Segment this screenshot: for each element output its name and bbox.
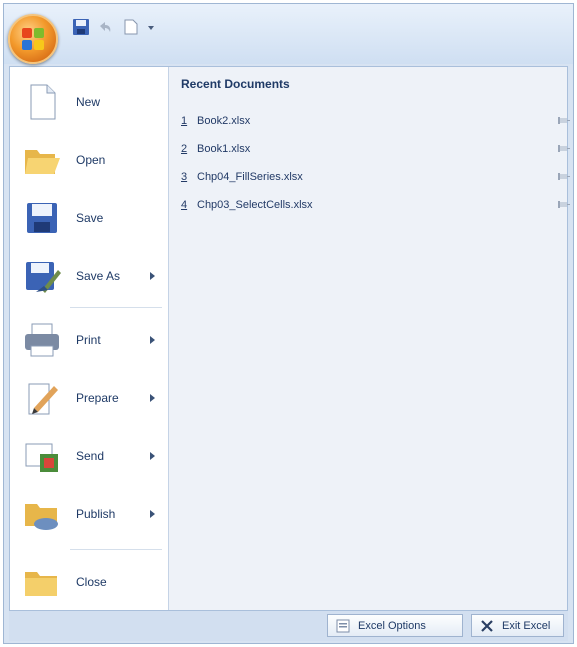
excel-window: New Open Save Save As Print Prepare Send… [3,3,574,644]
menu-item-open[interactable]: Open [10,131,168,189]
send-icon [25,443,58,472]
submenu-arrow-icon [150,510,155,518]
menu-item-label: Prepare [76,391,119,405]
close-folder-icon [25,572,57,596]
submenu-arrow-icon [150,336,155,344]
menu-item-save-as[interactable]: Save As [10,247,168,305]
recent-document-item[interactable]: 3 Chp04_FillSeries.xlsx [181,167,561,187]
menu-item-send[interactable]: Send [10,427,168,485]
recent-document-item[interactable]: 4 Chp03_SelectCells.xlsx [181,195,561,215]
recent-item-name: Chp03_SelectCells.xlsx [197,199,313,211]
customize-dropdown-icon[interactable] [146,18,156,36]
options-icon [336,619,350,632]
menu-item-save[interactable]: Save [10,189,168,247]
recent-documents-pane: Recent Documents 1 Book2.xlsx 2 Book1.xl… [169,67,570,610]
menu-item-new[interactable]: New [10,73,168,131]
open-folder-icon [25,150,60,174]
menu-item-print[interactable]: Print [10,311,168,369]
menu-item-label: Open [76,153,106,167]
menu-item-label: Send [76,449,105,463]
excel-options-label: Excel Options [358,619,426,632]
recent-item-number: 1 [181,115,188,127]
menu-item-label: Save [76,211,104,225]
recent-item-name: Book1.xlsx [197,143,251,155]
quick-access-toolbar [4,4,573,64]
printer-icon [25,323,59,357]
menu-commands-pane: New Open Save Save As Print Prepare Send… [10,67,169,610]
recent-documents-title: Recent Documents [181,77,290,91]
submenu-arrow-icon [150,272,155,280]
menu-item-publish[interactable]: Publish [10,485,168,543]
menu-item-label: Print [76,333,101,347]
save-icon [27,203,57,233]
pin-icon[interactable] [557,172,571,182]
menu-footer: Excel Options Exit Excel [9,611,568,641]
menu-item-label: Publish [76,507,116,521]
new-document-icon [30,84,56,120]
menu-item-close[interactable]: Close [10,553,168,611]
divider [70,307,162,308]
office-button[interactable] [8,14,58,64]
office-menu: New Open Save Save As Print Prepare Send… [9,66,570,611]
save-as-icon [26,262,61,293]
undo-icon[interactable] [96,18,114,36]
pin-icon[interactable] [557,144,571,154]
close-icon [481,619,493,632]
recent-item-number: 2 [181,143,188,155]
recent-document-item[interactable]: 2 Book1.xlsx [181,139,561,159]
pin-icon[interactable] [557,200,571,210]
recent-item-name: Chp04_FillSeries.xlsx [197,171,303,183]
menu-item-label: Close [76,575,107,589]
recent-item-number: 3 [181,171,188,183]
save-icon[interactable] [72,18,90,36]
menu-item-label: Save As [76,269,121,283]
publish-icon [25,504,58,530]
recent-document-item[interactable]: 1 Book2.xlsx [181,111,561,131]
excel-options-button[interactable]: Excel Options [327,614,463,637]
prepare-icon [28,383,58,415]
exit-excel-label: Exit Excel [502,619,551,632]
recent-item-number: 4 [181,199,188,211]
recent-item-name: Book2.xlsx [197,115,251,127]
divider [70,549,162,550]
menu-item-prepare[interactable]: Prepare [10,369,168,427]
redo-icon[interactable] [122,18,140,36]
pin-icon[interactable] [557,116,571,126]
submenu-arrow-icon [150,452,155,460]
exit-excel-button[interactable]: Exit Excel [471,614,564,637]
submenu-arrow-icon [150,394,155,402]
menu-item-label: New [76,95,101,109]
office-logo-icon [22,28,44,50]
